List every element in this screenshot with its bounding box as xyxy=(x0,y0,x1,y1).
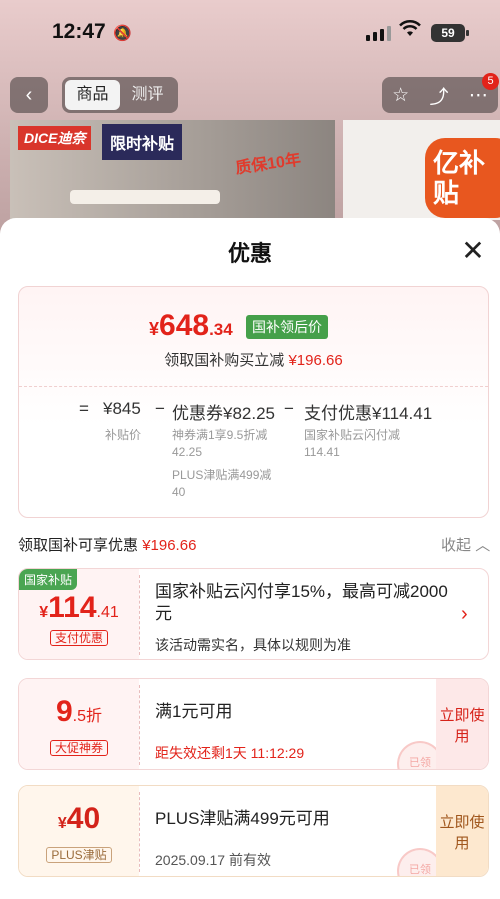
price-tag: 国补领后价 xyxy=(246,315,328,339)
coupon-card[interactable]: 9.5折 大促神券 满1元可用 距失效还剩1天 11:12:29 已领 立即使用 xyxy=(18,678,489,770)
payment-detail-amount: 114.41 xyxy=(304,445,340,459)
product-tabs: 商品 测评 xyxy=(62,77,178,113)
plus-allowance-card[interactable]: ¥40 PLUS津贴 PLUS津贴满499元可用 2025.09.17 前有效 … xyxy=(18,785,489,877)
formula-minus: − xyxy=(155,399,165,418)
formula-coupon: 优惠券¥82.25 xyxy=(172,404,275,423)
chevron-up-icon: ︿ xyxy=(475,537,491,554)
collapse-label: 收起 xyxy=(441,537,472,554)
amount-decimal: .41 xyxy=(96,604,119,621)
price-summary: ¥648.34 国补领后价 领取国补购买立减 ¥196.66 = ¥845 补贴… xyxy=(18,286,489,518)
card-amount-panel: 9.5折 大促神券 xyxy=(19,679,139,769)
summary-header: ¥648.34 国补领后价 领取国补购买立减 ¥196.66 xyxy=(19,287,488,387)
card-amount: 9.5折 xyxy=(19,695,139,729)
coupon-detail-1-amount: 42.25 xyxy=(172,445,203,459)
card-tag: PLUS津贴 xyxy=(19,846,139,864)
discount-sheet: 优惠 ✕ ¥648.34 国补领后价 领取国补购买立减 ¥196.66 = ¥8… xyxy=(0,218,500,899)
section-label: 领取国补可享优惠 xyxy=(18,537,139,554)
notification-badge: 5 xyxy=(482,73,499,90)
section-amount: ¥196.66 xyxy=(142,537,197,554)
card-amount-panel: ¥40 PLUS津贴 xyxy=(19,786,139,876)
amount-integer: 40 xyxy=(66,802,101,835)
card-title: PLUS津贴满499元可用 xyxy=(155,809,330,828)
favorite-star-icon[interactable]: ☆ xyxy=(392,84,409,107)
warranty-label: 质保10年 xyxy=(234,151,303,178)
card-expiry: 2025.09.17 前有效 xyxy=(155,852,271,868)
nav-actions: ☆ ⤴ ⋯ xyxy=(382,77,498,113)
status-time: 12:47 xyxy=(52,20,106,43)
use-now-button[interactable]: 立即使用 xyxy=(436,786,488,876)
wifi-icon xyxy=(399,20,421,44)
coupon-detail-2: PLUS津贴满499减 xyxy=(172,468,272,482)
amount-decimal: .5折 xyxy=(72,708,103,725)
save-line: 领取国补购买立减 ¥196.66 xyxy=(19,349,488,370)
formula-payment: 支付优惠¥114.41 xyxy=(304,404,433,423)
coupon-detail-1: 神券满1享9.5折减 xyxy=(172,428,268,442)
formula-equals: = xyxy=(79,399,89,418)
subsidy-badge: 亿补贴 xyxy=(425,138,500,218)
card-divider xyxy=(139,575,140,655)
final-price: ¥648.34 xyxy=(149,309,233,343)
formula-base-label: 补贴价 xyxy=(105,428,142,442)
amount-integer: 9 xyxy=(55,695,73,728)
formula-minus: − xyxy=(284,399,294,418)
amount-currency: ¥ xyxy=(57,815,67,832)
card-tag-label: 支付优惠 xyxy=(49,630,108,646)
product-banner: DICE迪奈 限时补贴 质保10年 xyxy=(10,120,335,220)
use-now-button[interactable]: 立即使用 xyxy=(436,679,488,769)
card-title: 满1元可用 xyxy=(155,702,233,721)
sheet-title: 优惠 xyxy=(227,241,272,266)
card-amount: ¥40 xyxy=(19,802,139,836)
brand-logo: DICE迪奈 xyxy=(18,126,92,150)
back-button[interactable]: ‹ xyxy=(10,77,48,113)
card-title: 国家补贴云闪付享15%，最高可减2000元 xyxy=(155,582,448,623)
tab-review[interactable]: 测评 xyxy=(120,80,175,110)
card-divider xyxy=(139,792,140,872)
status-bar: 12:47 🔕 59 xyxy=(0,0,500,66)
card-divider xyxy=(139,685,140,765)
mute-bell-icon: 🔕 xyxy=(113,25,132,42)
card-ribbon: 国家补贴 xyxy=(19,569,78,590)
amount-currency: ¥ xyxy=(39,604,49,621)
price-currency: ¥ xyxy=(149,319,160,339)
price-integer: 648 xyxy=(159,309,210,342)
save-text: 领取国补购买立减 xyxy=(164,352,285,369)
promo-label: 限时补贴 xyxy=(102,124,183,160)
card-tag-label: PLUS津贴 xyxy=(46,847,112,863)
battery-icon: 59 xyxy=(431,24,469,42)
formula-base: ¥845 xyxy=(103,399,141,418)
amount-integer: 114 xyxy=(48,591,97,624)
card-amount-panel: 国家补贴 ¥114.41 支付优惠 xyxy=(19,569,139,659)
payment-detail: 国家补贴云闪付减 xyxy=(304,428,401,442)
card-tag-label: 大促神券 xyxy=(49,740,108,756)
signal-icon xyxy=(366,26,391,41)
price-decimal: .34 xyxy=(209,320,233,339)
card-subtitle: 该活动需实名，具体以规则为准 xyxy=(155,637,351,653)
card-tag: 支付优惠 xyxy=(19,629,139,647)
national-subsidy-card[interactable]: 国家补贴 ¥114.41 支付优惠 国家补贴云闪付享15%，最高可减2000元 … xyxy=(18,568,489,660)
product-thumbnail: 亿补贴 xyxy=(343,120,500,220)
coupon-detail-2-amount: 40 xyxy=(172,485,186,499)
card-countdown: 距失效还剩1天 11:12:29 xyxy=(155,745,305,761)
price-formula: = ¥845 补贴价 − 优惠券¥82.25 神券满1享9.5折减 42.25 … xyxy=(19,399,488,509)
card-tag: 大促神券 xyxy=(19,739,139,757)
product-image xyxy=(70,190,220,204)
save-amount: ¥196.66 xyxy=(288,352,343,369)
chevron-right-icon[interactable]: › xyxy=(461,603,468,626)
section-header: 领取国补可享优惠 ¥196.66 xyxy=(18,534,196,555)
close-icon[interactable]: ✕ xyxy=(456,234,490,268)
card-amount: ¥114.41 xyxy=(19,591,139,625)
tab-product[interactable]: 商品 xyxy=(65,80,120,110)
share-icon[interactable]: ⤴ xyxy=(430,82,449,109)
collapse-button[interactable]: 收起 ︿ xyxy=(441,534,490,555)
